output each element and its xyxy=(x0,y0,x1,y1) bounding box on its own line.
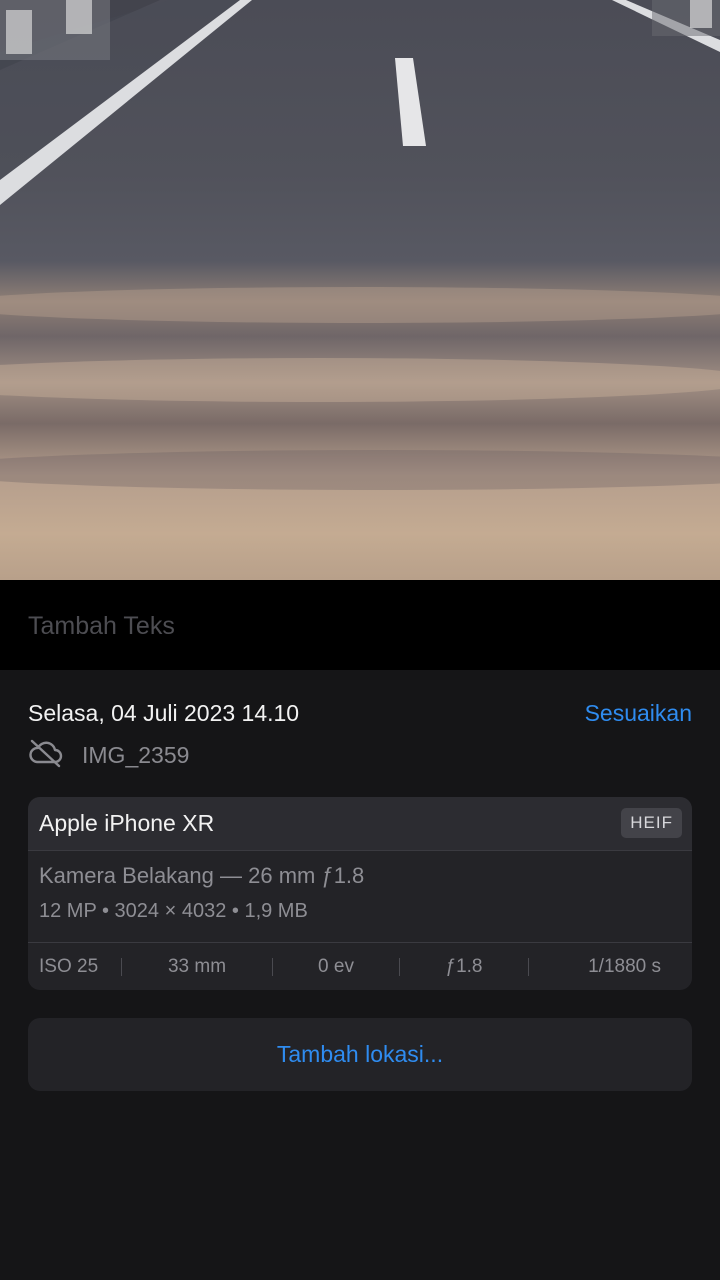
format-badge: HEIF xyxy=(621,808,682,838)
device-name: Apple iPhone XR xyxy=(39,810,215,836)
lens-info: Kamera Belakang — 26 mm ƒ1.8 xyxy=(39,863,365,888)
device-info-card: Apple iPhone XR HEIF Kamera Belakang — 2… xyxy=(28,797,692,990)
exif-aperture: ƒ1.8 xyxy=(445,956,483,977)
device-header: Apple iPhone XR HEIF xyxy=(28,797,692,851)
cloud-slash-icon xyxy=(28,738,64,773)
exif-iso: ISO 25 xyxy=(39,956,99,977)
photo-preview[interactable] xyxy=(0,0,720,580)
add-location-button[interactable]: Tambah lokasi... xyxy=(28,1018,692,1091)
road-illustration xyxy=(0,0,720,490)
file-name: IMG_2359 xyxy=(82,741,190,768)
exif-focal-length: 33 mm xyxy=(167,956,227,977)
adjust-date-button[interactable]: Sesuaikan xyxy=(585,700,692,727)
image-specs: 12 MP • 3024 × 4032 • 1,9 MB xyxy=(39,900,308,922)
add-caption-input[interactable] xyxy=(28,608,628,644)
file-row: IMG_2359 xyxy=(28,738,189,772)
exif-shutter-speed: 1/1880 s xyxy=(588,956,661,977)
exif-exposure-value: 0 ev xyxy=(318,956,354,977)
exif-row: ISO 25 33 mm 0 ev ƒ1.8 1/1880 s xyxy=(28,942,692,990)
photo-date: Selasa, 04 Juli 2023 14.10 xyxy=(28,700,300,726)
